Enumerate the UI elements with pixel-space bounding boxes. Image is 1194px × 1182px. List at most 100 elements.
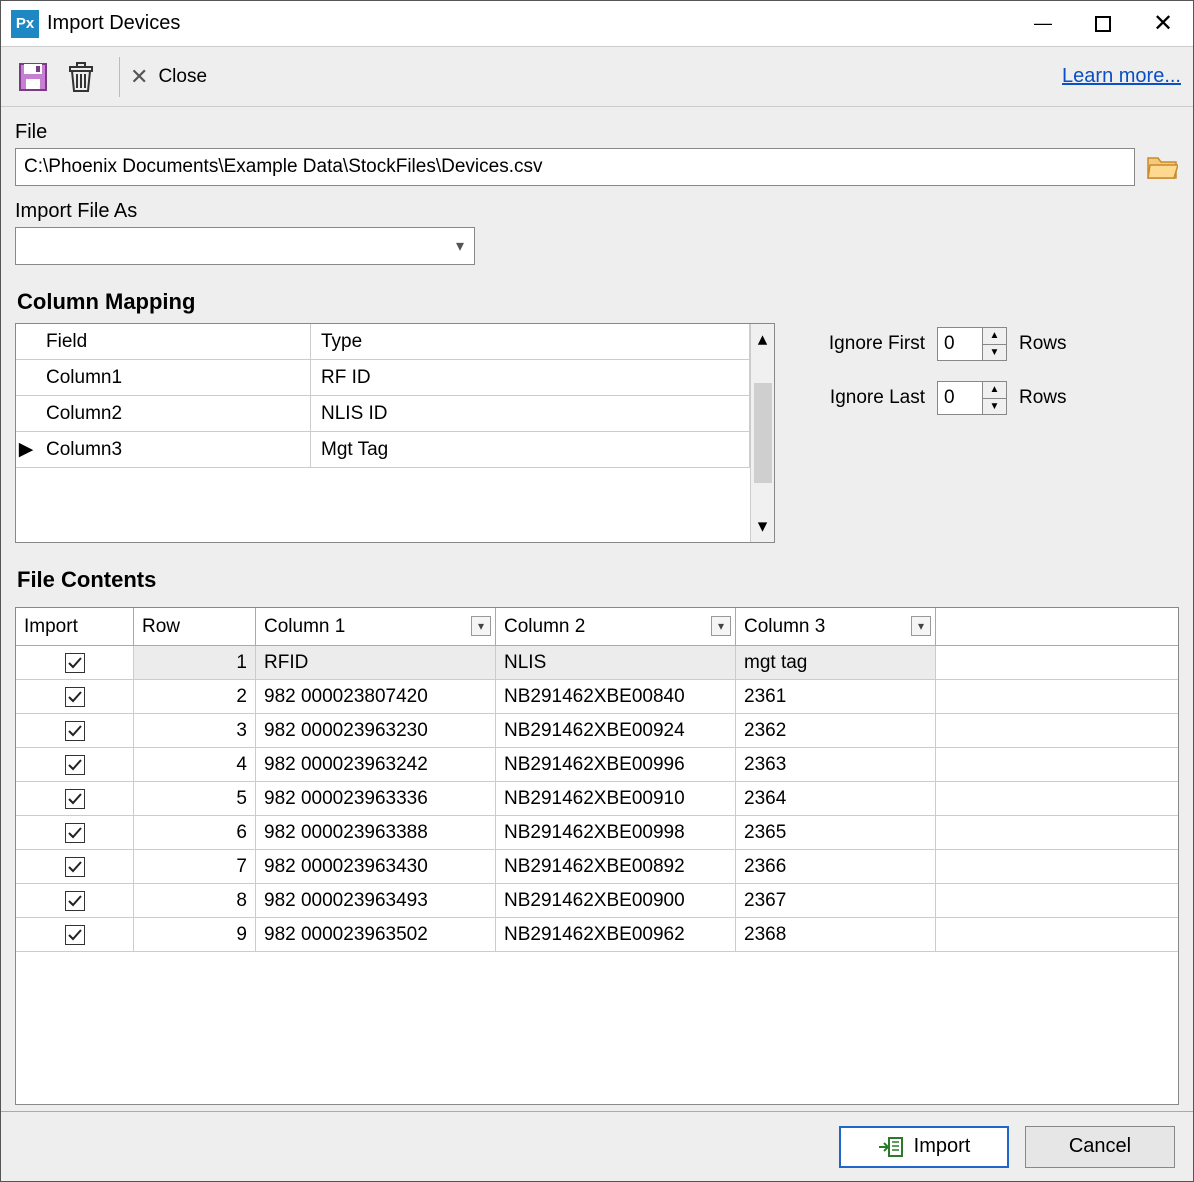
checkbox[interactable]: [65, 857, 85, 877]
close-label: Close: [158, 66, 207, 88]
mapping-header-field[interactable]: Field: [36, 324, 311, 359]
row-number: 7: [134, 850, 256, 883]
cell-column-1: 982 000023963430: [256, 850, 496, 883]
row-number: 1: [134, 646, 256, 679]
table-row[interactable]: 5982 000023963336NB291462XBE009102364: [16, 782, 1178, 816]
mapping-scrollbar[interactable]: ▴ ▾: [750, 324, 774, 542]
minimize-button[interactable]: —: [1013, 1, 1073, 47]
header-column-2[interactable]: Column 2▾: [496, 608, 736, 645]
column-2-dropdown[interactable]: ▾: [711, 616, 731, 636]
import-checkbox-cell[interactable]: [16, 918, 134, 951]
import-icon: [878, 1136, 904, 1158]
import-checkbox-cell[interactable]: [16, 714, 134, 747]
cell-column-1: 982 000023963242: [256, 748, 496, 781]
spin-down-icon[interactable]: ▼: [983, 399, 1006, 415]
checkbox[interactable]: [65, 721, 85, 741]
import-button[interactable]: Import: [839, 1126, 1009, 1168]
cell-column-1: 982 000023963388: [256, 816, 496, 849]
spin-up-icon[interactable]: ▲: [983, 328, 1006, 345]
mapping-row[interactable]: Column1RF ID: [16, 360, 750, 396]
checkbox[interactable]: [65, 755, 85, 775]
mapping-type[interactable]: Mgt Tag: [311, 432, 750, 467]
cell-column-3: 2366: [736, 850, 936, 883]
table-row[interactable]: 8982 000023963493NB291462XBE009002367: [16, 884, 1178, 918]
import-as-label: Import File As: [15, 200, 1179, 223]
cell-column-2: NB291462XBE00996: [496, 748, 736, 781]
checkbox[interactable]: [65, 823, 85, 843]
mapping-header-type[interactable]: Type: [311, 324, 750, 359]
ignore-last-label: Ignore Last: [805, 387, 925, 409]
row-number: 8: [134, 884, 256, 917]
table-row[interactable]: 3982 000023963230NB291462XBE009242362: [16, 714, 1178, 748]
save-icon: [17, 61, 49, 93]
cancel-button[interactable]: Cancel: [1025, 1126, 1175, 1168]
file-path-input[interactable]: [15, 148, 1135, 186]
column-mapping-title: Column Mapping: [17, 289, 1179, 315]
delete-button[interactable]: [61, 57, 101, 97]
spin-up-icon[interactable]: ▲: [983, 382, 1006, 399]
import-checkbox-cell[interactable]: [16, 850, 134, 883]
cell-column-3: 2368: [736, 918, 936, 951]
scroll-thumb[interactable]: [754, 383, 772, 483]
close-button[interactable]: ✕ Close: [130, 64, 207, 90]
mapping-type[interactable]: NLIS ID: [311, 396, 750, 431]
ignore-first-rows-label: Rows: [1019, 333, 1067, 355]
import-checkbox-cell[interactable]: [16, 748, 134, 781]
table-row[interactable]: 7982 000023963430NB291462XBE008922366: [16, 850, 1178, 884]
ignore-first-input[interactable]: [938, 328, 982, 360]
close-window-button[interactable]: ✕: [1133, 1, 1193, 47]
browse-button[interactable]: [1145, 150, 1179, 184]
ignore-first-label: Ignore First: [805, 333, 925, 355]
checkbox[interactable]: [65, 687, 85, 707]
table-row[interactable]: 1RFIDNLISmgt tag: [16, 646, 1178, 680]
mapping-grid[interactable]: Field Type Column1RF IDColumn2NLIS ID▶Co…: [15, 323, 775, 543]
checkbox[interactable]: [65, 653, 85, 673]
import-checkbox-cell[interactable]: [16, 816, 134, 849]
table-row[interactable]: 6982 000023963388NB291462XBE009982365: [16, 816, 1178, 850]
footer: Import Cancel: [1, 1111, 1193, 1181]
ignore-options: Ignore First ▲▼ Rows Ignore Last ▲▼ Rows: [805, 323, 1067, 415]
cell-column-2: NB291462XBE00924: [496, 714, 736, 747]
file-row: [15, 148, 1179, 186]
checkbox[interactable]: [65, 789, 85, 809]
row-number: 2: [134, 680, 256, 713]
header-column-3[interactable]: Column 3▾: [736, 608, 936, 645]
mapping-row[interactable]: Column2NLIS ID: [16, 396, 750, 432]
save-button[interactable]: [13, 57, 53, 97]
table-row[interactable]: 9982 000023963502NB291462XBE009622368: [16, 918, 1178, 952]
checkbox[interactable]: [65, 891, 85, 911]
checkbox[interactable]: [65, 925, 85, 945]
table-row[interactable]: 2982 000023807420NB291462XBE008402361: [16, 680, 1178, 714]
import-checkbox-cell[interactable]: [16, 782, 134, 815]
mapping-row[interactable]: ▶Column3Mgt Tag: [16, 432, 750, 468]
cell-column-1: 982 000023963230: [256, 714, 496, 747]
cell-column-3: 2365: [736, 816, 936, 849]
table-row[interactable]: 4982 000023963242NB291462XBE009962363: [16, 748, 1178, 782]
column-3-dropdown[interactable]: ▾: [911, 616, 931, 636]
ignore-first-spinner[interactable]: ▲▼: [937, 327, 1007, 361]
mapping-field: Column2: [36, 396, 311, 431]
spin-down-icon[interactable]: ▼: [983, 345, 1006, 361]
header-row[interactable]: Row: [134, 608, 256, 645]
ignore-last-spinner[interactable]: ▲▼: [937, 381, 1007, 415]
import-as-select[interactable]: ▾: [15, 227, 475, 265]
cell-column-3: 2363: [736, 748, 936, 781]
toolbar: ✕ Close Learn more...: [1, 47, 1193, 107]
cell-column-3: mgt tag: [736, 646, 936, 679]
app-icon: Px: [11, 10, 39, 38]
maximize-button[interactable]: [1073, 1, 1133, 47]
header-import[interactable]: Import: [16, 608, 134, 645]
minimize-icon: —: [1034, 13, 1052, 34]
cell-column-3: 2367: [736, 884, 936, 917]
learn-more-link[interactable]: Learn more...: [1062, 65, 1181, 88]
dialog-body: File Import File As ▾ Column Mapping Fie…: [1, 107, 1193, 1111]
scroll-down-icon: ▾: [758, 515, 768, 538]
file-contents-grid[interactable]: Import Row Column 1▾ Column 2▾ Column 3▾…: [15, 607, 1179, 1105]
mapping-type[interactable]: RF ID: [311, 360, 750, 395]
import-checkbox-cell[interactable]: [16, 646, 134, 679]
import-checkbox-cell[interactable]: [16, 884, 134, 917]
column-1-dropdown[interactable]: ▾: [471, 616, 491, 636]
header-column-1[interactable]: Column 1▾: [256, 608, 496, 645]
import-checkbox-cell[interactable]: [16, 680, 134, 713]
ignore-last-input[interactable]: [938, 382, 982, 414]
